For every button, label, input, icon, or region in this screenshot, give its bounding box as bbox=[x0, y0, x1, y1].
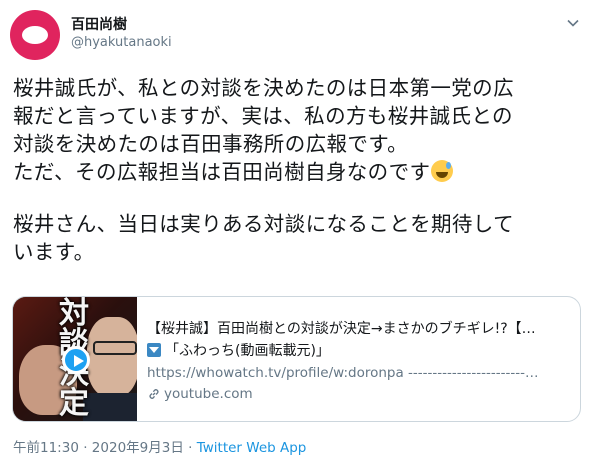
card-domain: youtube.com bbox=[147, 384, 572, 404]
meta-separator: · bbox=[188, 440, 193, 456]
card-domain-text: youtube.com bbox=[164, 386, 253, 402]
tweet-line: います。 bbox=[13, 240, 95, 264]
link-card[interactable]: 対談決定 【桜井誠】百田尚樹との対談が決定→まさかのブチギレ!?【… 「ふわっち… bbox=[12, 296, 581, 422]
avatar[interactable] bbox=[10, 10, 60, 60]
tweet-date[interactable]: 2020年9月3日 bbox=[92, 440, 184, 456]
sweat-smile-emoji-icon bbox=[431, 160, 454, 182]
card-thumbnail[interactable]: 対談決定 bbox=[13, 297, 137, 421]
down-arrow-button-icon bbox=[147, 343, 161, 357]
tweet-line: 報だと言っていますが、実は、私の方も桜井誠氏との bbox=[13, 104, 513, 128]
more-options-chevron-icon[interactable] bbox=[562, 12, 584, 34]
tweet-source[interactable]: Twitter Web App bbox=[197, 440, 307, 456]
author-handle[interactable]: @hyakutanaoki bbox=[71, 35, 172, 50]
tweet-meta: 午前11:30 · 2020年9月3日 · Twitter Web App bbox=[13, 436, 306, 456]
tweet-line-text: ただ、その広報担当は百田尚樹自身なのです bbox=[13, 160, 431, 184]
tweet-text: 桜井誠氏が、私との対談を決めたのは日本第一党の広 報だと言っていますが、実は、私… bbox=[13, 74, 585, 266]
tweet-line: 桜井さん、当日は実りある対談になることを期待して bbox=[13, 212, 514, 236]
tweet-line: 対談を決めたのは百田事務所の広報です。 bbox=[13, 132, 409, 156]
card-description: 「ふわっち(動画転載元)」 bbox=[147, 341, 572, 361]
tweet-line: 桜井誠氏が、私との対談を決めたのは日本第一党の広 bbox=[13, 76, 514, 100]
play-icon[interactable] bbox=[62, 346, 90, 374]
link-icon bbox=[149, 389, 159, 399]
card-description-text: 「ふわっち(動画転載元)」 bbox=[165, 343, 330, 359]
meta-separator: · bbox=[83, 440, 88, 456]
card-title[interactable]: 【桜井誠】百田尚樹との対談が決定→まさかのブチギレ!?【… bbox=[147, 319, 572, 339]
tweet-line: ただ、その広報担当は百田尚樹自身なのです bbox=[13, 158, 585, 186]
tweet-time[interactable]: 午前11:30 bbox=[13, 440, 79, 456]
card-url-line: https://whowatch.tv/profile/w:doronpa --… bbox=[147, 365, 539, 381]
author-display-name[interactable]: 百田尚樹 bbox=[71, 14, 127, 34]
